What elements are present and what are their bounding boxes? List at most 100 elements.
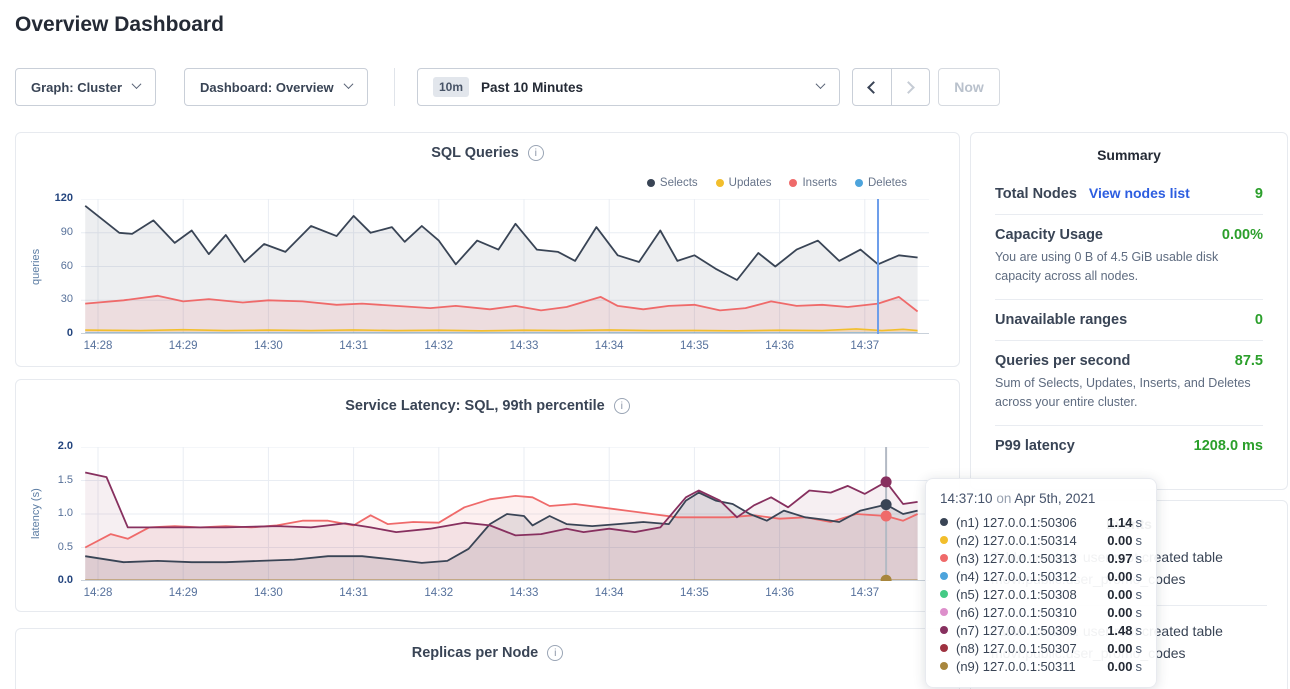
info-icon[interactable]: i — [547, 645, 563, 661]
x-axis-tick: 14:28 — [76, 587, 120, 599]
node-value: 1.14 — [1107, 515, 1132, 530]
summary-row-value: 87.5 — [1235, 353, 1263, 369]
legend-label: Deletes — [868, 177, 907, 189]
time-range-label: Past 10 Minutes — [481, 80, 583, 95]
node-value-unit: s — [1136, 515, 1143, 530]
summary-row-value: 0.00% — [1222, 227, 1263, 243]
service-latency-chart-card: Service Latency: SQL, 99th percentile i … — [15, 379, 960, 612]
x-axis-tick: 14:31 — [332, 587, 376, 599]
chart-title: Replicas per Node — [412, 645, 539, 661]
service-latency-plot[interactable] — [81, 447, 929, 581]
legend-item: Deletes — [855, 177, 907, 189]
legend-dot-icon — [855, 179, 863, 187]
node-value-unit: s — [1136, 551, 1143, 566]
node-address: (n7) 127.0.0.1:50309 — [956, 623, 1077, 638]
node-value: 0.00 — [1107, 605, 1132, 620]
info-icon[interactable]: i — [614, 398, 630, 414]
summary-row: Total NodesView nodes list9 — [995, 173, 1263, 214]
chevron-left-icon — [867, 81, 880, 94]
chart-title: SQL Queries — [431, 145, 519, 161]
node-value: 1.48 — [1107, 623, 1132, 638]
sql-queries-plot[interactable] — [81, 199, 929, 334]
summary-row: P99 latency 1208.0 ms — [995, 425, 1263, 466]
summary-row-label: P99 latency — [995, 438, 1075, 454]
tooltip-node-row: (n6) 127.0.0.1:503100.00s — [940, 603, 1142, 621]
node-value-unit: s — [1136, 641, 1143, 656]
graph-dropdown-label: Graph: Cluster — [31, 80, 122, 95]
x-axis-tick: 14:35 — [672, 587, 716, 599]
node-dot-icon — [940, 572, 948, 580]
chevron-down-icon — [132, 79, 142, 89]
now-button[interactable]: Now — [938, 68, 1000, 106]
node-value: 0.00 — [1107, 659, 1132, 674]
node-address: (n1) 127.0.0.1:50306 — [956, 515, 1077, 530]
time-range-badge: 10m — [433, 77, 469, 97]
summary-row-label: Unavailable ranges — [995, 312, 1127, 328]
y-axis-tick: 0 — [37, 327, 73, 339]
tooltip-node-row: (n8) 127.0.0.1:503070.00s — [940, 639, 1142, 657]
summary-row-value: 0 — [1255, 312, 1263, 328]
time-range-selector[interactable]: 10m Past 10 Minutes — [417, 68, 840, 106]
chart-title-row: Service Latency: SQL, 99th percentile i — [16, 398, 959, 414]
prev-range-button[interactable] — [853, 69, 892, 105]
tooltip-node-row: (n4) 127.0.0.1:50312 0.00 s — [940, 567, 1142, 585]
legend-label: Updates — [729, 177, 772, 189]
dashboard-dropdown[interactable]: Dashboard: Overview — [184, 68, 368, 106]
summary-row-main: P99 latency 1208.0 ms — [995, 438, 1263, 454]
y-axis-tick: 1.5 — [37, 474, 73, 486]
node-address: (n9) 127.0.0.1:50311 — [956, 659, 1076, 674]
node-value: 0.97 — [1107, 551, 1132, 566]
y-axis-tick: 90 — [37, 226, 73, 238]
next-range-button[interactable] — [892, 69, 930, 105]
chart-title: Service Latency: SQL, 99th percentile — [345, 398, 605, 414]
summary-row: Queries per second87.5 Sum of Selects, Up… — [995, 340, 1263, 425]
x-axis-tick: 14:30 — [246, 587, 290, 599]
graph-dropdown[interactable]: Graph: Cluster — [15, 68, 156, 106]
y-axis-tick: 0.0 — [37, 574, 73, 586]
x-axis-tick: 14:34 — [587, 340, 631, 352]
node-value-unit: s — [1136, 605, 1143, 620]
node-value: 0.00 — [1107, 533, 1132, 548]
summary-row: Unavailable ranges 0 — [995, 299, 1263, 340]
legend-label: Selects — [660, 177, 698, 189]
tooltip-node-row: (n9) 127.0.0.1:503110.00s — [940, 657, 1142, 675]
summary-row-main: Queries per second87.5 — [995, 353, 1263, 369]
summary-row-description: Sum of Selects, Updates, Inserts, and De… — [995, 374, 1263, 413]
x-axis-tick: 14:33 — [502, 340, 546, 352]
summary-row-main: Unavailable ranges 0 — [995, 312, 1263, 328]
x-axis-tick: 14:28 — [76, 340, 120, 352]
summary-row-value: 1208.0 ms — [1194, 438, 1263, 454]
summary-row-main: Capacity Usage 0.00% — [995, 227, 1263, 243]
x-axis-tick: 14:32 — [417, 587, 461, 599]
x-axis-tick: 14:36 — [758, 340, 802, 352]
node-dot-icon — [940, 590, 948, 598]
x-axis-tick: 14:37 — [843, 340, 887, 352]
tooltip-node-row: (n3) 127.0.0.1:503130.97s — [940, 549, 1142, 567]
sql-queries-chart-card: SQL Queries i SelectsUpdatesInsertsDelet… — [15, 132, 960, 367]
node-value: 0.00 — [1107, 641, 1132, 656]
x-axis-tick: 14:36 — [758, 587, 802, 599]
node-address: (n4) 127.0.0.1:50312 — [956, 569, 1077, 584]
chart-title-row: SQL Queries i — [16, 145, 959, 161]
summary-row-label: Capacity Usage — [995, 227, 1103, 243]
controls-divider — [394, 68, 395, 106]
tooltip-timestamp: 14:37:10 on Apr 5th, 2021 — [940, 491, 1142, 506]
view-nodes-list-link[interactable]: View nodes list — [1089, 185, 1190, 201]
node-value: 0.00 — [1107, 569, 1132, 584]
replicas-chart-card: Replicas per Node i — [15, 628, 960, 689]
y-axis-tick: 30 — [37, 293, 73, 305]
x-axis-tick: 14:37 — [843, 587, 887, 599]
summary-panel: Summary Total NodesView nodes list9Capac… — [970, 132, 1288, 490]
time-pager — [852, 68, 930, 106]
node-address: (n5) 127.0.0.1:50308 — [956, 587, 1077, 602]
summary-row-label: Total Nodes — [995, 186, 1077, 202]
x-axis-tick: 14:30 — [246, 340, 290, 352]
info-icon[interactable]: i — [528, 145, 544, 161]
y-axis-tick: 0.5 — [37, 541, 73, 553]
y-axis-tick: 60 — [37, 260, 73, 272]
node-value-unit: s — [1136, 533, 1143, 548]
chevron-down-icon — [343, 79, 353, 89]
chevron-down-icon — [816, 79, 826, 89]
node-value-unit: s — [1136, 569, 1143, 584]
tooltip-node-row: (n5) 127.0.0.1:503080.00s — [940, 585, 1142, 603]
